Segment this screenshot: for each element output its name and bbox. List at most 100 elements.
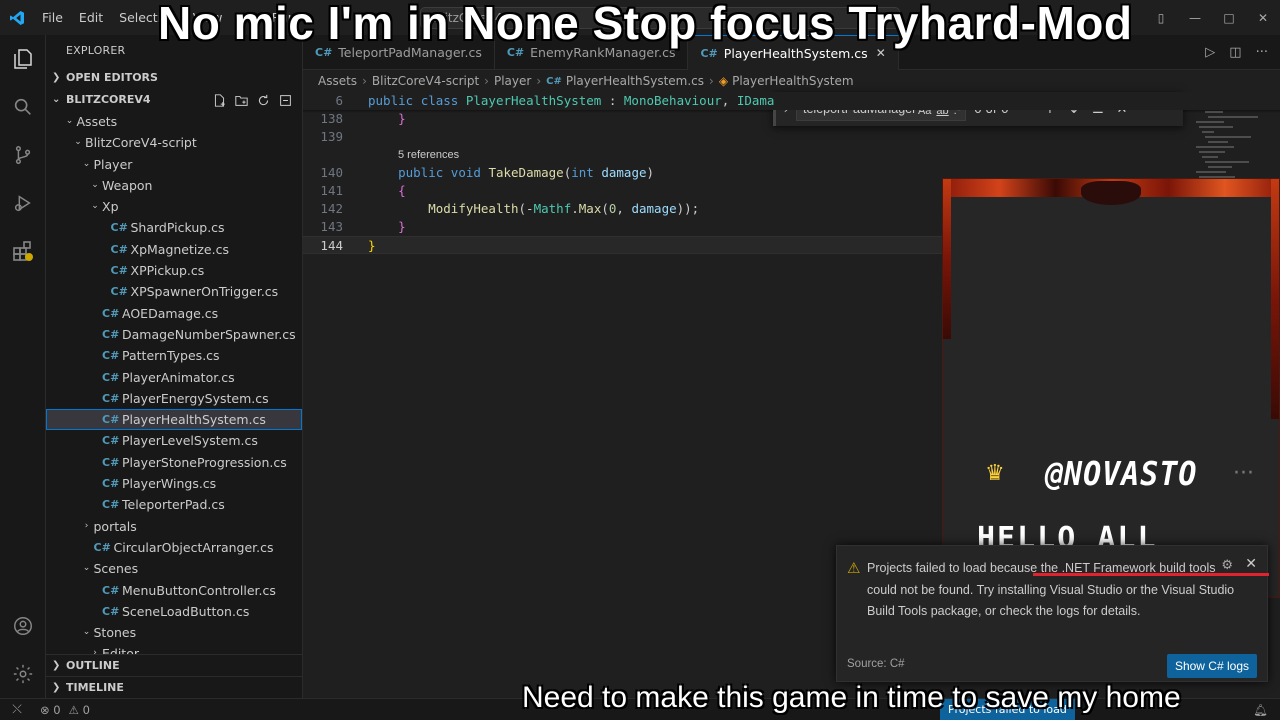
outline-label: OUTLINE [66, 659, 120, 672]
project-section[interactable]: ⌄ BLITZCOREV4 [46, 89, 302, 111]
close-notification-icon[interactable]: ✕ [1245, 556, 1257, 572]
file-tree-file[interactable]: C# XpMagnetize.cs [46, 239, 302, 260]
notification-settings-icon[interactable]: ⚙ [1221, 558, 1233, 573]
layout-icon[interactable]: ▯ [1144, 0, 1178, 35]
minimap-line [1205, 136, 1251, 138]
chevron-down-icon: ⌄ [82, 563, 91, 574]
chevron-right-icon: › [536, 74, 542, 88]
close-window-icon[interactable]: ✕ [1246, 0, 1280, 35]
csharp-file-icon: C# [102, 434, 120, 448]
timeline-section[interactable]: ❯ TIMELINE [46, 676, 302, 698]
notification-source: Source: C# [847, 658, 905, 670]
file-tree-file[interactable]: C# PlayerAnimator.cs [46, 367, 302, 388]
breadcrumb-item[interactable]: PlayerHealthSystem.cs [566, 74, 704, 88]
file-tree-file[interactable]: C# XPPickup.cs [46, 260, 302, 281]
file-tree-folder[interactable]: ⌄ Assets [46, 111, 302, 132]
menu-edit[interactable]: Edit [71, 0, 111, 35]
file-tree-folder[interactable]: ⌄ Player [46, 154, 302, 175]
file-tree-file[interactable]: C# CircularObjectArranger.cs [46, 537, 302, 558]
file-tree-file[interactable]: C# AOEDamage.cs [46, 303, 302, 324]
menu-file[interactable]: File [34, 0, 71, 35]
file-tree-label: Weapon [102, 177, 153, 193]
file-tree-file[interactable]: C# ShardPickup.cs [46, 217, 302, 238]
csharp-file-icon: C# [102, 349, 120, 363]
notifications-bell-icon[interactable]: 🔔︎ [1253, 699, 1268, 720]
file-tree-file[interactable]: C# PlayerStoneProgression.cs [46, 452, 302, 473]
file-tree-file[interactable]: C# PlayerLevelSystem.cs [46, 430, 302, 451]
file-tree-folder[interactable]: › portals [46, 516, 302, 537]
file-tree-folder[interactable]: ⌄ Scenes [46, 558, 302, 579]
minimize-icon[interactable]: — [1178, 0, 1212, 35]
line-number: 139 [320, 129, 343, 144]
csharp-file-icon: C# [110, 285, 128, 299]
file-tree-file[interactable]: C# SceneLoadButton.cs [46, 601, 302, 622]
file-tree-file[interactable]: C# MenuButtonController.cs [46, 580, 302, 601]
new-folder-icon[interactable] [234, 93, 248, 107]
file-tree-folder[interactable]: ⌄ Xp [46, 196, 302, 217]
file-tree-file[interactable]: C# PlayerHealthSystem.cs [46, 409, 302, 431]
settings-gear-icon[interactable] [0, 650, 46, 698]
file-tree-label: Player [93, 156, 133, 172]
stream-caption-bottom: Need to make this game in time to save m… [522, 681, 1181, 714]
new-file-icon[interactable] [212, 93, 226, 107]
file-tree-file[interactable]: C# TeleporterPad.cs [46, 494, 302, 515]
refresh-icon[interactable] [256, 93, 270, 107]
csharp-file-icon: C# [102, 413, 120, 427]
vscode-logo-icon [0, 0, 34, 35]
remote-icon[interactable]: ⤬ [0, 702, 34, 717]
chevron-right-icon: › [709, 74, 714, 88]
chevron-down-icon: ⌄ [82, 627, 91, 638]
references-codelens[interactable]: 5 references [398, 146, 459, 164]
account-icon[interactable] [0, 602, 46, 650]
file-tree-folder[interactable]: ⌄ BlitzCoreV4-script [46, 132, 302, 153]
problems-indicator[interactable]: ⊗ 0 ⚠ 0 [40, 703, 90, 717]
minimap-line [1208, 116, 1258, 118]
chevron-down-icon: ⌄ [65, 116, 74, 126]
more-actions-icon[interactable]: ··· [1256, 45, 1268, 60]
file-tree-label: PlayerLevelSystem.cs [122, 433, 258, 449]
explorer-icon[interactable] [0, 35, 46, 83]
csharp-file-icon: C# [110, 264, 128, 278]
collapse-all-icon[interactable] [278, 93, 292, 107]
run-debug-icon[interactable] [0, 179, 46, 227]
chevron-down-icon: ⌄ [52, 94, 61, 105]
warning-icon: ⚠ [847, 559, 861, 577]
breadcrumb-item[interactable]: Assets [318, 74, 357, 88]
file-tree-label: XPSpawnerOnTrigger.cs [130, 284, 279, 300]
show-csharp-logs-button[interactable]: Show C# logs [1166, 654, 1257, 678]
file-tree-file[interactable]: C# XPSpawnerOnTrigger.cs [46, 281, 302, 302]
sticky-class-declaration: public class PlayerHealthSystem : MonoBe… [368, 93, 775, 108]
file-tree-file[interactable]: C# PlayerEnergySystem.cs [46, 388, 302, 409]
stream-overlay: ♛ @NOVASTO ··· HELLO ALL [942, 178, 1280, 598]
csharp-file-icon: C# [102, 370, 120, 384]
source-control-icon[interactable] [0, 131, 46, 179]
split-editor-icon[interactable]: ◫ [1229, 45, 1241, 60]
crown-icon: ♛ [985, 461, 1005, 486]
line-number: 142 [320, 201, 343, 216]
search-icon[interactable] [0, 83, 46, 131]
streamer-handle: @NOVASTO [1045, 455, 1198, 494]
line-number: 141 [320, 183, 343, 198]
file-tree-folder[interactable]: ⌄ Weapon [46, 175, 302, 196]
extensions-icon[interactable] [0, 227, 46, 275]
file-tree-file[interactable]: C# PatternTypes.cs [46, 345, 302, 366]
minimap-line [1208, 166, 1232, 168]
outline-section[interactable]: ❯ OUTLINE [46, 654, 302, 676]
minimap-line [1199, 126, 1233, 128]
run-icon[interactable]: ▷ [1205, 45, 1215, 60]
sticky-scroll-line[interactable]: 6 public class PlayerHealthSystem : Mono… [303, 92, 1280, 110]
file-tree-label: PlayerStoneProgression.cs [122, 454, 287, 470]
chevron-right-icon: › [84, 520, 89, 531]
file-tree-label: BlitzCoreV4-script [85, 135, 197, 151]
file-tree-folder[interactable]: ⌄ Stones [46, 622, 302, 643]
file-tree-file[interactable]: C# DamageNumberSpawner.cs [46, 324, 302, 345]
breadcrumb-item[interactable]: PlayerHealthSystem [732, 74, 854, 88]
breadcrumb-item[interactable]: BlitzCoreV4-script [372, 74, 479, 88]
class-icon: ◈ [718, 74, 729, 88]
minimap-line [1208, 141, 1228, 143]
warning-count: 0 [82, 702, 90, 717]
open-editors-section[interactable]: ❯ OPEN EDITORS [46, 67, 302, 89]
breadcrumb-item[interactable]: Player [494, 74, 531, 88]
maximize-icon[interactable]: □ [1212, 0, 1246, 35]
file-tree-file[interactable]: C# PlayerWings.cs [46, 473, 302, 494]
